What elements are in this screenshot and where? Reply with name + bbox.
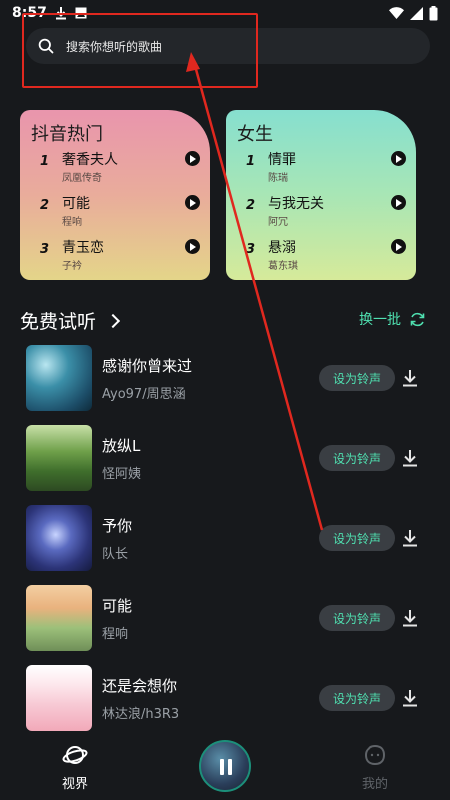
chart-item-artist: 程响 [62, 217, 82, 228]
free-listen-header[interactable]: 免费试听 [20, 307, 121, 334]
song-title: 放纵L [102, 437, 141, 455]
chart-item-artist: 子衿 [62, 261, 82, 272]
chart-item-rank: 1 [246, 154, 256, 169]
song-artist: Ayo97/周思涵 [102, 387, 186, 402]
chart-item-rank: 3 [40, 242, 50, 257]
mini-player-button[interactable] [199, 740, 251, 792]
status-bar: 8:57 [0, 0, 450, 26]
chart-item-artist: 凤凰传奇 [62, 173, 102, 184]
chart-card-female[interactable]: 女生 1 情罪 陈瑞 2 与我无关 阿冗 3 悬溺 葛东琪 [226, 110, 416, 280]
chart-item-title: 悬溺 [268, 240, 296, 256]
chart-card-title: 女生 [237, 124, 273, 145]
chart-item-rank: 2 [246, 198, 256, 213]
refresh-icon [410, 312, 425, 326]
refresh-batch-button[interactable]: 换一批 [359, 309, 426, 329]
play-icon[interactable] [391, 195, 406, 210]
chart-item-artist: 陈瑞 [268, 173, 288, 184]
song-artist: 队长 [102, 547, 129, 562]
song-cover [26, 345, 92, 411]
set-ringtone-button[interactable]: 设为铃声 [319, 685, 395, 711]
download-notification-icon [55, 7, 66, 20]
song-row[interactable]: 感谢你曾来过 Ayo97/周思涵 设为铃声 [26, 345, 426, 411]
song-row[interactable]: 还是会想你 林达浪/h3R3 设为铃声 [26, 665, 426, 731]
chart-item-rank: 3 [246, 242, 256, 257]
song-cover [26, 585, 92, 651]
chart-item-artist: 阿冗 [268, 217, 288, 228]
image-notification-icon [75, 7, 87, 19]
chart-item[interactable]: 2 与我无关 阿冗 [226, 194, 416, 236]
chart-item-artist: 葛东琪 [268, 261, 298, 272]
song-title: 感谢你曾来过 [102, 357, 193, 375]
song-artist: 怪阿姨 [102, 467, 142, 482]
status-time: 8:57 [12, 5, 47, 21]
section-title: 免费试听 [20, 311, 97, 333]
set-ringtone-button[interactable]: 设为铃声 [319, 525, 395, 551]
chart-cards: 抖音热门 1 奢香夫人 凤凰传奇 2 可能 程响 3 青玉恋 子衿 女生 1 情… [20, 110, 416, 280]
chart-item-title: 奢香夫人 [62, 152, 118, 168]
chart-card-title: 抖音热门 [31, 124, 103, 145]
set-ringtone-button[interactable]: 设为铃声 [319, 605, 395, 631]
chart-card-douyin-hot[interactable]: 抖音热门 1 奢香夫人 凤凰传奇 2 可能 程响 3 青玉恋 子衿 [20, 110, 210, 280]
planet-icon [62, 746, 88, 764]
refresh-batch-label: 换一批 [359, 312, 401, 328]
chart-item-title: 青玉恋 [62, 240, 104, 256]
play-icon[interactable] [185, 239, 200, 254]
search-bar[interactable]: 搜索你想听的歌曲 [26, 28, 430, 64]
song-title: 还是会想你 [102, 677, 178, 695]
chart-item[interactable]: 3 青玉恋 子衿 [20, 238, 210, 280]
nav-tab-mine[interactable]: 我的 [345, 743, 405, 792]
chart-item[interactable]: 1 奢香夫人 凤凰传奇 [20, 150, 210, 192]
nav-label-mine: 我的 [361, 777, 388, 792]
signal-icon [410, 6, 423, 20]
chart-item[interactable]: 3 悬溺 葛东琪 [226, 238, 416, 280]
chart-item[interactable]: 2 可能 程响 [20, 194, 210, 236]
download-icon[interactable] [401, 368, 419, 388]
song-cover [26, 505, 92, 571]
play-icon[interactable] [391, 151, 406, 166]
nav-tab-discover[interactable]: 视界 [45, 743, 105, 792]
song-row[interactable]: 予你 队长 设为铃声 [26, 505, 426, 571]
pause-icon [220, 759, 224, 775]
chevron-right-icon [105, 313, 121, 328]
chart-item-title: 可能 [62, 196, 90, 212]
song-row[interactable]: 可能 程响 设为铃声 [26, 585, 426, 651]
search-icon [38, 38, 54, 54]
download-icon[interactable] [401, 528, 419, 548]
search-placeholder: 搜索你想听的歌曲 [66, 39, 163, 54]
play-icon[interactable] [391, 239, 406, 254]
download-icon[interactable] [401, 608, 419, 628]
song-title: 予你 [102, 517, 133, 535]
song-cover [26, 425, 92, 491]
song-cover [26, 665, 92, 731]
song-title: 可能 [102, 597, 133, 615]
play-icon[interactable] [185, 195, 200, 210]
chart-item-rank: 2 [40, 198, 50, 213]
chart-item[interactable]: 1 情罪 陈瑞 [226, 150, 416, 192]
set-ringtone-button[interactable]: 设为铃声 [319, 445, 395, 471]
wifi-icon [389, 7, 404, 19]
chart-item-title: 情罪 [268, 152, 296, 168]
face-icon [364, 744, 386, 766]
download-icon[interactable] [401, 688, 419, 708]
song-artist: 林达浪/h3R3 [102, 707, 180, 722]
play-icon[interactable] [185, 151, 200, 166]
song-artist: 程响 [102, 627, 129, 642]
battery-icon [429, 5, 438, 20]
set-ringtone-button[interactable]: 设为铃声 [319, 365, 395, 391]
song-row[interactable]: 放纵L 怪阿姨 设为铃声 [26, 425, 426, 491]
download-icon[interactable] [401, 448, 419, 468]
chart-item-rank: 1 [40, 154, 50, 169]
chart-item-title: 与我无关 [268, 196, 324, 212]
nav-label-discover: 视界 [61, 777, 88, 792]
